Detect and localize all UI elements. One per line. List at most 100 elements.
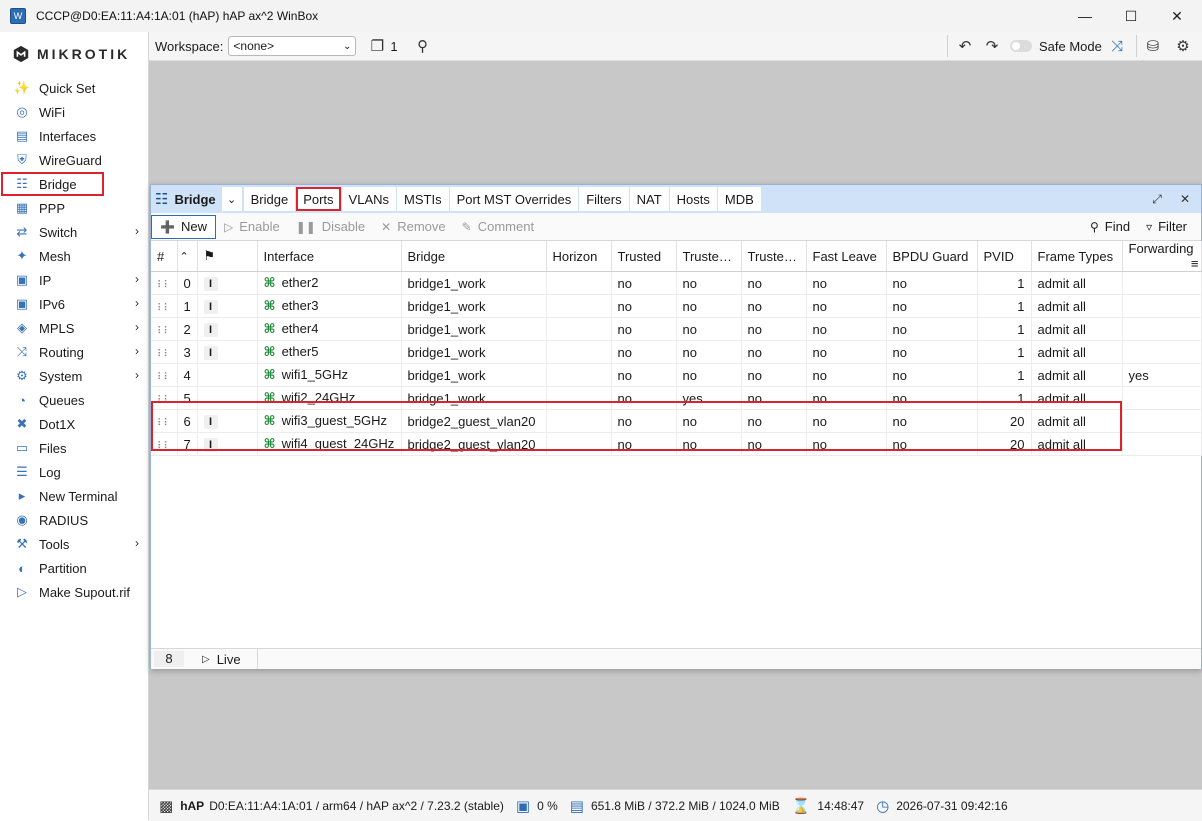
maximize-icon[interactable]: ☐ — [1108, 0, 1154, 32]
table-row[interactable]: ⠇⠇ 4 ⌘ wifi1_5GHz bridge1_work no no no no no 1 adm… — [151, 363, 1202, 387]
tab-mdb[interactable]: MDB — [717, 187, 761, 211]
settings-gear-icon[interactable]: ⚙ — [1172, 35, 1194, 57]
cell-fast: no — [806, 386, 887, 410]
sidebar-item-dot1x[interactable]: ✖ Dot1X — [0, 412, 148, 436]
col-header-bpdu-guard[interactable]: BPDU Guard — [886, 241, 978, 272]
table-row[interactable]: ⠇⠇ 6 I ⌘ wifi3_guest_5GHz bridge2_guest_vlan2… — [151, 409, 1202, 433]
drag-handle-icon[interactable]: ⠇⠇ — [151, 363, 178, 387]
tab-bridge[interactable]: Bridge — [243, 187, 296, 211]
drag-handle-icon[interactable]: ⠇⠇ — [151, 294, 178, 318]
chevron-right-icon: › — [135, 296, 139, 310]
ports-table: # ⌃ ⚑ Interface Bridge Horizon Trusted T… — [151, 241, 1202, 456]
col-header-interface[interactable]: Interface — [257, 241, 402, 272]
enable-button[interactable]: ▷ Enable — [216, 215, 288, 239]
sidebar-item-label: Make Supout.rif — [39, 584, 131, 600]
sidebar-item-ipv6[interactable]: ▣ IPv6 › — [0, 292, 148, 316]
sidebar-item-wireguard[interactable]: ⛨ WireGuard — [0, 148, 148, 172]
live-toggle[interactable]: ▷ Live — [202, 649, 258, 669]
sort-icon[interactable]: ⌃ — [177, 241, 198, 272]
sidebar-item-new-terminal[interactable]: ▸ New Terminal — [0, 484, 148, 508]
table-row[interactable]: ⠇⠇ 3 I ⌘ ether5 bridge1_work no no no no no 1 admit … — [151, 340, 1202, 364]
col-header-fast-leave[interactable]: Fast Leave — [806, 241, 887, 272]
search-icon[interactable]: ⚲ — [412, 35, 434, 57]
cell-horizon — [546, 317, 612, 341]
sidebar-item-mesh[interactable]: ✦ Mesh — [0, 244, 148, 268]
drag-handle-icon[interactable]: ⠇⠇ — [151, 386, 178, 410]
tab-port-mst-overrides[interactable]: Port MST Overrides — [449, 187, 579, 211]
sidebar-item-tools[interactable]: ⚒ Tools › — [0, 532, 148, 556]
sidebar-item-queues[interactable]: ◔ Queues — [0, 388, 148, 412]
drag-handle-icon[interactable]: ⠇⠇ — [151, 317, 178, 341]
col-header-horizon[interactable]: Horizon — [546, 241, 612, 272]
sidebar-item-wifi[interactable]: ◎ WiFi — [0, 100, 148, 124]
table-row[interactable]: ⠇⠇ 0 I ⌘ ether2 bridge1_work no no no no no 1 admit … — [151, 271, 1202, 295]
safe-mode-toggle[interactable] — [1010, 40, 1032, 52]
table-row[interactable]: ⠇⠇ 5 ⌘ wifi2_24GHz bridge1_work no yes no no no 1 a… — [151, 386, 1202, 410]
sidebar-item-log[interactable]: ☰ Log — [0, 460, 148, 484]
drag-handle-icon[interactable]: ⠇⠇ — [151, 340, 178, 364]
sidebar-item-routing[interactable]: ⤨ Routing › — [0, 340, 148, 364]
col-header-flags[interactable]: ⚑ — [197, 241, 258, 272]
sidebar-item-radius[interactable]: ◉ RADIUS — [0, 508, 148, 532]
redo-icon[interactable]: ↷ — [981, 35, 1003, 57]
remove-button[interactable]: ✕ Remove — [373, 215, 453, 239]
sidebar-item-quick-set[interactable]: ✨ Quick Set — [0, 76, 148, 100]
tab-mstis[interactable]: MSTIs — [397, 187, 449, 211]
disable-button[interactable]: ❚❚ Disable — [288, 215, 373, 239]
col-header-forwarding[interactable]: Forwarding ≡ — [1122, 241, 1202, 272]
ipv6-icon: ▣ — [15, 296, 29, 311]
memory-icon: ▤ — [569, 797, 584, 815]
tab-ports[interactable]: Ports — [296, 187, 341, 211]
filter-button[interactable]: ▿ Filter — [1138, 215, 1195, 239]
tab-filters[interactable]: Filters — [579, 187, 629, 211]
undo-icon[interactable]: ↶ — [954, 35, 976, 57]
col-header-bridge[interactable]: Bridge — [401, 241, 547, 272]
popout-icon[interactable]: ⤢ — [1147, 189, 1167, 209]
col-header-frame-types[interactable]: Frame Types — [1031, 241, 1123, 272]
drag-handle-icon[interactable]: ⠇⠇ — [151, 271, 178, 295]
sidebar-item-label: New Terminal — [39, 488, 118, 504]
minimize-icon[interactable]: — — [1062, 0, 1108, 32]
find-button[interactable]: ⚲ Find — [1082, 215, 1138, 239]
panel-menu-chevron-icon[interactable]: ⌄ — [221, 187, 242, 211]
sidebar-item-files[interactable]: ▭ Files — [0, 436, 148, 460]
windows-icon[interactable]: ❐ — [366, 35, 388, 57]
status-cpu: 0 % — [537, 798, 558, 813]
package-icon[interactable]: ⛁ — [1142, 35, 1164, 57]
table-row[interactable]: ⠇⠇ 1 I ⌘ ether3 bridge1_work no no no no no 1 admit … — [151, 294, 1202, 318]
disconnect-icon[interactable]: ⤨ — [1106, 35, 1128, 57]
table-row[interactable]: ⠇⠇ 7 I ⌘ wifi4_guest_24GHz bridge2_guest_vlan… — [151, 432, 1202, 456]
close-icon[interactable]: ✕ — [1154, 0, 1200, 32]
sidebar-item-switch[interactable]: ⇄ Switch › — [0, 220, 148, 244]
drag-handle-icon[interactable]: ⠇⠇ — [151, 409, 178, 433]
cell-t3: no — [741, 386, 807, 410]
sidebar-item-bridge[interactable]: ☷ Bridge — [1, 172, 104, 196]
sidebar-item-label: Interfaces — [39, 128, 97, 144]
col-header-pvid[interactable]: PVID — [977, 241, 1032, 272]
sidebar-item-system[interactable]: ⚙ System › — [0, 364, 148, 388]
sidebar-item-partition[interactable]: ◐ Partition — [0, 556, 148, 580]
sidebar-item-make-supout-rif[interactable]: ▷ Make Supout.rif — [0, 580, 148, 604]
col-header-trusted-2[interactable]: Trusted... — [676, 241, 742, 272]
col-header-trusted[interactable]: Trusted — [611, 241, 677, 272]
drag-handle-icon[interactable]: ⠇⠇ — [151, 432, 178, 456]
columns-menu-icon[interactable]: ≡ — [1191, 256, 1199, 271]
cell-trusted: no — [611, 340, 677, 364]
sidebar-item-interfaces[interactable]: ▤ Interfaces — [0, 124, 148, 148]
panel-close-icon[interactable]: ✕ — [1175, 189, 1195, 209]
new-button[interactable]: ➕ New — [151, 214, 216, 239]
col-header-trusted-3[interactable]: Trusted... — [741, 241, 807, 272]
tab-vlans[interactable]: VLANs — [341, 187, 397, 211]
tab-nat[interactable]: NAT — [629, 187, 669, 211]
sidebar-item-mpls[interactable]: ◈ MPLS › — [0, 316, 148, 340]
workspace-select[interactable]: <none> ⌄ — [228, 36, 357, 56]
cell-fast: no — [806, 317, 887, 341]
filter-icon: ▿ — [1146, 219, 1153, 234]
tab-hosts[interactable]: Hosts — [669, 187, 717, 211]
table-row[interactable]: ⠇⠇ 2 I ⌘ ether4 bridge1_work no no no no no 1 admit … — [151, 317, 1202, 341]
sidebar-item-ppp[interactable]: ▦ PPP — [0, 196, 148, 220]
sidebar-item-ip[interactable]: ▣ IP › — [0, 268, 148, 292]
col-header-index[interactable]: # — [151, 241, 178, 272]
comment-button[interactable]: ✎ Comment — [454, 215, 542, 239]
cell-t3: no — [741, 271, 807, 295]
